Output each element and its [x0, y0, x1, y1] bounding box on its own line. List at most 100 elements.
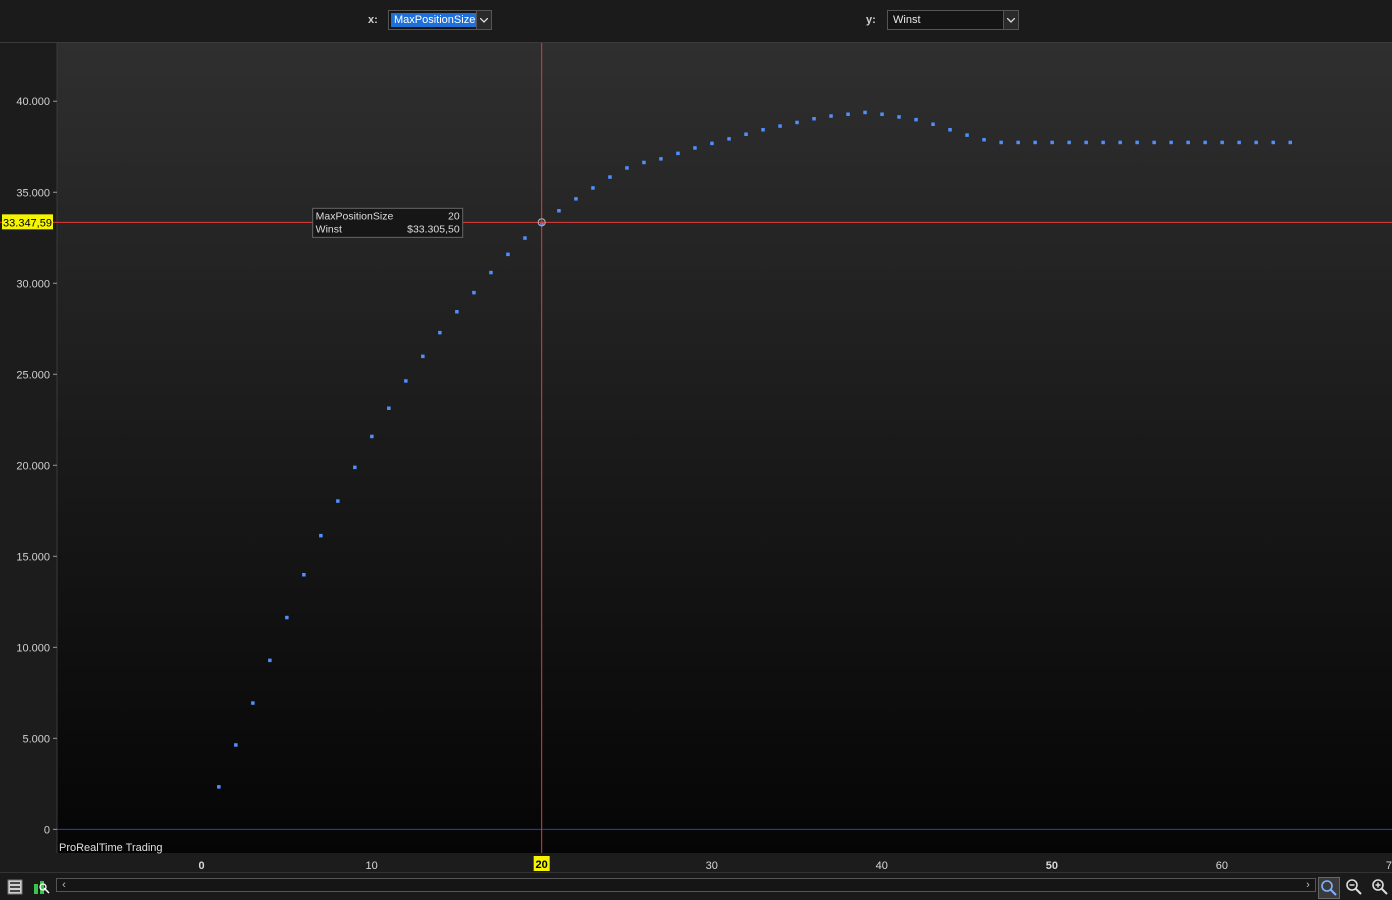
x-tick-label: 70 [1386, 860, 1392, 872]
tooltip-label-1: MaxPositionSize [316, 210, 394, 222]
data-point [1050, 140, 1054, 145]
data-point [472, 290, 476, 295]
data-point [489, 270, 493, 275]
plot-area[interactable] [57, 43, 1392, 853]
data-point [506, 252, 510, 257]
data-point [659, 157, 663, 161]
data-point [421, 354, 425, 359]
data-point [625, 166, 629, 170]
data-point [574, 197, 578, 201]
data-point [285, 615, 289, 620]
data-point [1084, 140, 1088, 145]
crosshair-x-label: 20 [536, 859, 548, 871]
x-variable-dropdown[interactable]: MaxPositionSize [388, 10, 492, 30]
y-tick-label: 30.000 [16, 278, 50, 290]
data-point [931, 122, 935, 126]
data-tooltip: MaxPositionSize 20 Winst $33.305,50 [312, 207, 464, 238]
x-tick-label: 40 [876, 860, 888, 872]
data-point [302, 573, 306, 577]
data-point [999, 140, 1003, 145]
data-point [1067, 140, 1071, 145]
data-point [1169, 140, 1173, 145]
data-point [897, 115, 901, 119]
chevron-down-icon[interactable] [476, 11, 491, 29]
data-point [642, 160, 646, 165]
data-point [523, 236, 527, 240]
zoom-out-icon[interactable] [1344, 877, 1364, 897]
data-point [744, 132, 748, 136]
data-point [710, 141, 714, 146]
y-tick-label: 25.000 [16, 369, 50, 381]
data-point [404, 379, 408, 383]
data-point [319, 533, 323, 538]
data-point [982, 138, 986, 142]
y-tick-label: 0 [44, 824, 50, 836]
data-point [336, 499, 340, 503]
zoom-in-icon[interactable] [1370, 877, 1390, 897]
data-point [387, 406, 391, 410]
optimizer-icon[interactable] [31, 877, 51, 897]
x-axis-selector-label: x: [368, 14, 378, 26]
data-point [676, 151, 680, 156]
x-tick-label: 50 [1046, 860, 1058, 872]
data-point [370, 434, 374, 439]
data-point [778, 124, 782, 128]
x-tick-label: 60 [1216, 860, 1228, 872]
tooltip-label-2: Winst [316, 223, 342, 235]
data-point [1237, 140, 1241, 145]
data-point [438, 330, 442, 335]
tooltip-value-2: $33.305,50 [407, 223, 460, 235]
y-tick-label: 40.000 [16, 96, 50, 108]
data-point [795, 120, 799, 125]
data-point [1101, 140, 1105, 145]
tooltip-value-1: 20 [448, 210, 460, 222]
x-tick-label: 0 [198, 860, 204, 872]
data-point [1254, 140, 1258, 145]
crosshair-y-label: 33.347,59 [3, 217, 52, 229]
y-tick-label: 15.000 [16, 551, 50, 563]
data-point [846, 112, 850, 116]
data-point [1203, 140, 1207, 145]
data-point [608, 175, 612, 179]
data-point [863, 110, 867, 115]
data-point [948, 128, 952, 132]
data-point [353, 465, 357, 470]
data-point [727, 137, 731, 141]
y-tick-label: 35.000 [16, 187, 50, 199]
data-point [1016, 140, 1020, 145]
y-axis-selector-label: y: [866, 14, 876, 26]
data-point [1271, 140, 1275, 145]
y-variable-dropdown[interactable]: Winst [887, 10, 1019, 30]
horizontal-scrollbar[interactable]: ‹ › [56, 878, 1316, 892]
x-tick-label: 30 [706, 860, 718, 872]
zoom-fit-icon[interactable] [1318, 877, 1340, 899]
data-point [591, 186, 595, 190]
data-point [1135, 140, 1139, 145]
data-point [880, 112, 884, 116]
save-icon[interactable] [5, 877, 25, 897]
y-variable-value: Winst [893, 14, 921, 26]
data-point [1186, 140, 1190, 145]
chevron-down-icon[interactable] [1003, 11, 1018, 29]
y-tick-label: 20.000 [16, 460, 50, 472]
scatter-chart[interactable]: 33.347,59 20 0 5.000 10.000 15.000 20.000 25.0… [0, 43, 1392, 872]
watermark-text: ProRealTime Trading [59, 842, 163, 854]
scroll-right-icon[interactable]: › [1302, 879, 1314, 891]
data-point [761, 128, 765, 132]
data-point [1288, 140, 1292, 145]
data-point [812, 117, 816, 121]
top-toolbar: x: MaxPositionSize y: Winst [0, 0, 1392, 43]
y-tick-label: 5.000 [22, 733, 50, 745]
data-point [965, 133, 969, 137]
data-point [693, 146, 697, 150]
x-tick-label: 10 [365, 860, 377, 872]
data-point [1118, 140, 1122, 145]
data-point [829, 114, 833, 118]
data-point [251, 701, 255, 705]
bottom-toolbar: ‹ › [0, 872, 1392, 900]
data-point [217, 785, 221, 789]
scroll-left-icon[interactable]: ‹ [58, 879, 70, 891]
data-point [1220, 140, 1224, 145]
data-point [1152, 140, 1156, 145]
y-tick-label: 10.000 [16, 642, 50, 654]
